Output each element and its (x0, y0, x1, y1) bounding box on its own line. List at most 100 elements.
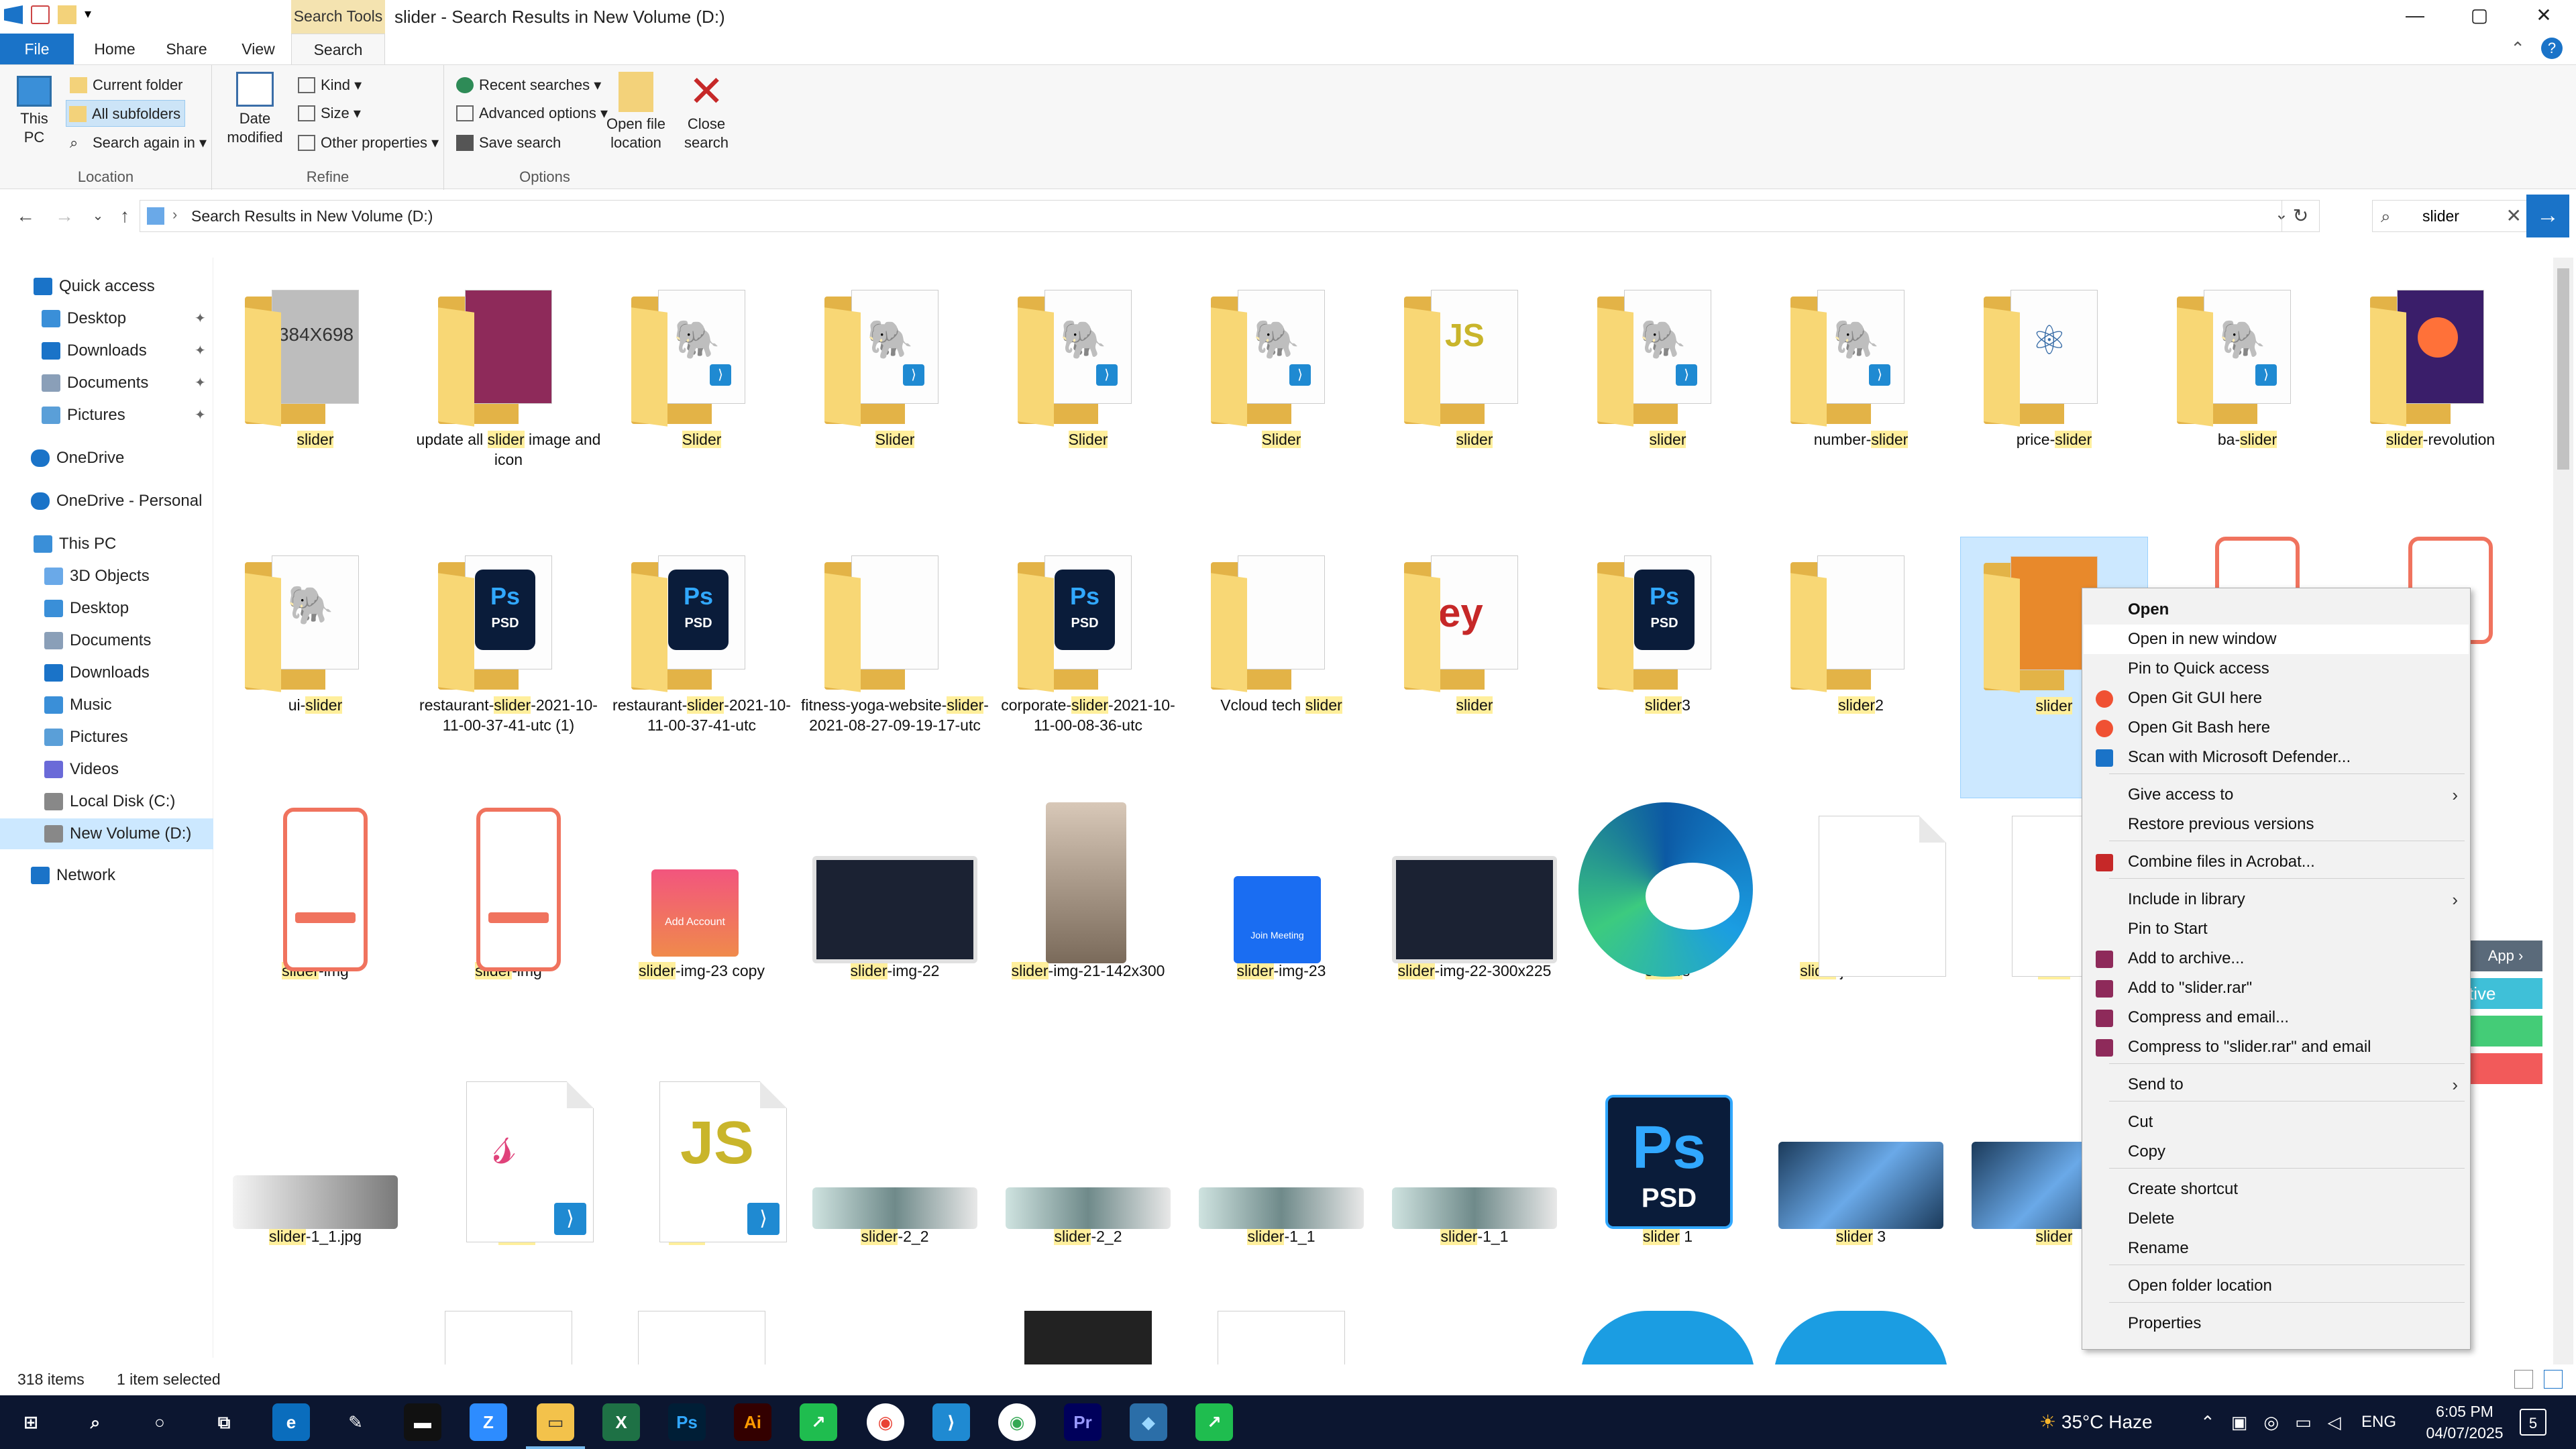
menu-item-pin-to-quick-access[interactable]: Pin to Quick access (2084, 654, 2469, 684)
search-again-button[interactable]: ⌕ Search again in ▾ (67, 129, 207, 156)
file-item[interactable] (415, 1311, 602, 1364)
vscode-app[interactable]: ⟩ (932, 1403, 970, 1441)
sidebar-item-desktop[interactable]: Desktop (44, 593, 201, 624)
file-item[interactable]: slider-img (415, 802, 602, 1057)
sidebar-item-onedrive-personal[interactable]: OneDrive - Personal (31, 486, 202, 517)
other-properties-button[interactable]: Other properties ▾ (295, 129, 439, 156)
clear-search-icon[interactable]: ✕ (2506, 205, 2522, 227)
file-item[interactable]: Ps PSD slider3 (1574, 537, 1762, 792)
file-item[interactable]: JS slider (1381, 271, 1568, 526)
sidebar-item-new-volume-d-[interactable]: New Volume (D:) (0, 818, 213, 849)
file-item[interactable]: slider-revolution (2347, 271, 2534, 526)
photoshop-app[interactable]: Ps (668, 1403, 706, 1441)
tray-expand-icon[interactable]: ⌃ (2200, 1395, 2215, 1449)
meet-now-icon[interactable]: ◎ (2263, 1395, 2279, 1449)
menu-item-compress-and-email[interactable]: Compress and email... (2084, 1003, 2469, 1032)
recent-locations-icon[interactable]: ⌄ (86, 203, 110, 229)
file-item[interactable]: 🐘 ⟩ Slider (994, 271, 1182, 526)
menu-item-pin-to-start[interactable]: Pin to Start (2084, 914, 2469, 944)
file-item[interactable] (1187, 1311, 1375, 1364)
menu-item-give-access-to[interactable]: Give access to › (2084, 780, 2469, 810)
chrome-profile-app[interactable]: ◉ (998, 1403, 1036, 1441)
vertical-scrollbar[interactable] (2553, 258, 2573, 1364)
file-item[interactable]: Ps PSD corporate-slider-2021-10-11-00-08-3… (994, 537, 1182, 792)
this-pc-button[interactable]: This PC (7, 72, 62, 147)
all-subfolders-button[interactable]: All subfolders (66, 100, 185, 127)
sidebar-item-downloads[interactable]: Downloads ✦ (42, 335, 206, 366)
menu-item-add-to-archive[interactable]: Add to archive... (2084, 944, 2469, 973)
zoom-app[interactable]: Z (470, 1403, 507, 1441)
file-item[interactable]: slider-img-21-142x300 (994, 802, 1182, 1057)
menu-item-compress-to-slider-rar-and-email[interactable]: Compress to "slider.rar" and email (2084, 1032, 2469, 1062)
up-icon[interactable]: ↑ (113, 203, 137, 229)
refresh-icon[interactable]: ↻ (2282, 201, 2319, 231)
file-item[interactable] (608, 1311, 796, 1364)
notifications-icon[interactable]: 5 (2520, 1409, 2546, 1436)
file-item[interactable]: Ps PSD restaurant-slider-2021-10-11-00-37-… (608, 537, 796, 792)
file-item[interactable]: slider2 (1767, 537, 1955, 792)
pin-icon[interactable]: ✦ (195, 335, 206, 366)
sidebar-item-videos[interactable]: Videos (44, 754, 201, 785)
new-folder-icon[interactable] (58, 5, 76, 24)
file-item[interactable]: Join Meeting slider-img-23 (1187, 802, 1375, 1057)
volume-icon[interactable]: ◁ (2328, 1395, 2341, 1449)
menu-item-send-to[interactable]: Send to › (2084, 1070, 2469, 1099)
breadcrumb[interactable]: Search Results in New Volume (D:) (191, 201, 433, 231)
file-item[interactable]: update all slider image and icon (415, 271, 602, 526)
pin-icon[interactable]: ✦ (195, 303, 206, 334)
search-go-button[interactable]: → (2526, 195, 2569, 237)
green-app[interactable]: ↗ (800, 1403, 837, 1441)
menu-item-open-git-bash-here[interactable]: Open Git Bash here (2084, 713, 2469, 743)
menu-item-cut[interactable]: Cut (2084, 1108, 2469, 1137)
properties-icon[interactable] (31, 5, 50, 24)
menu-item-create-shortcut[interactable]: Create shortcut (2084, 1175, 2469, 1204)
search-button[interactable]: ⌕ (76, 1403, 114, 1441)
pen-app[interactable]: ✎ (337, 1403, 374, 1441)
date-modified-button[interactable]: Date modified (221, 72, 288, 147)
sidebar-item-pictures[interactable]: Pictures ✦ (42, 400, 206, 431)
sidebar-item-documents[interactable]: Documents ✦ (42, 368, 206, 398)
menu-item-properties[interactable]: Properties (2084, 1309, 2469, 1338)
file-item[interactable]: slider-img (221, 802, 409, 1057)
sidebar-item-music[interactable]: Music (44, 690, 201, 720)
task-view-button[interactable]: ⧉ (205, 1403, 243, 1441)
close-window-button[interactable]: ✕ (2512, 0, 2576, 34)
close-search-button[interactable]: ✕ Close search (676, 70, 737, 152)
tab-file[interactable]: File (0, 34, 74, 64)
sidebar-item-this-pc[interactable]: This PC (34, 529, 201, 559)
file-item[interactable]: slider-1_1.jpg (221, 1068, 409, 1323)
save-search-button[interactable]: Save search (453, 129, 561, 156)
file-item[interactable]: ⚛ price-slider (1960, 271, 2148, 526)
file-item[interactable]: 🐘 ⟩ ba-slider (2153, 271, 2341, 526)
file-item[interactable] (1767, 1311, 1955, 1364)
terminal-app[interactable]: ▬ (404, 1403, 441, 1441)
recent-searches-button[interactable]: Recent searches ▾ (453, 72, 601, 99)
address-bar[interactable]: › Search Results in New Volume (D:) ⌄ ↻ (140, 200, 2320, 232)
diamond-app[interactable]: ◆ (1130, 1403, 1167, 1441)
minimize-button[interactable]: — (2383, 0, 2447, 34)
menu-item-open-git-gui-here[interactable]: Open Git GUI here (2084, 684, 2469, 713)
menu-item-add-to-slider-rar[interactable]: Add to "slider.rar" (2084, 973, 2469, 1003)
file-item[interactable]: JS⟩slider.min (608, 1068, 796, 1323)
file-item[interactable]: slider-2_2 (801, 1068, 989, 1323)
menu-item-open-folder-location[interactable]: Open folder location (2084, 1271, 2469, 1301)
tab-share[interactable]: Share (153, 34, 220, 64)
edge-app[interactable]: e (272, 1403, 310, 1441)
tray-app-icon[interactable]: ▣ (2231, 1395, 2248, 1449)
pin-icon[interactable]: ✦ (195, 400, 206, 431)
file-item[interactable]: slider 3 (1767, 1068, 1955, 1323)
file-item[interactable]: slider-1_1 (1187, 1068, 1375, 1323)
file-item[interactable]: slider-2_2 (994, 1068, 1182, 1323)
file-item[interactable]: Ps PSD restaurant-slider-2021-10-11-00-37-… (415, 537, 602, 792)
file-item[interactable]: 🐘 ui-slider (221, 537, 409, 792)
file-item[interactable]: fitness-yoga-website-slider-2021-08-27-0… (801, 537, 989, 792)
sidebar-item-documents[interactable]: Documents (44, 625, 201, 656)
network-tray-icon[interactable]: ▭ (2295, 1395, 2312, 1449)
menu-item-rename[interactable]: Rename (2084, 1234, 2469, 1263)
sidebar-item-local-disk-c-[interactable]: Local Disk (C:) (44, 786, 201, 817)
menu-item-include-in-library[interactable]: Include in library › (2084, 885, 2469, 914)
excel-app[interactable]: X (602, 1403, 640, 1441)
file-item[interactable]: 🐘 ⟩ slider (1574, 271, 1762, 526)
file-item[interactable]: ey slider (1381, 537, 1568, 792)
green-app-2[interactable]: ↗ (1195, 1403, 1233, 1441)
